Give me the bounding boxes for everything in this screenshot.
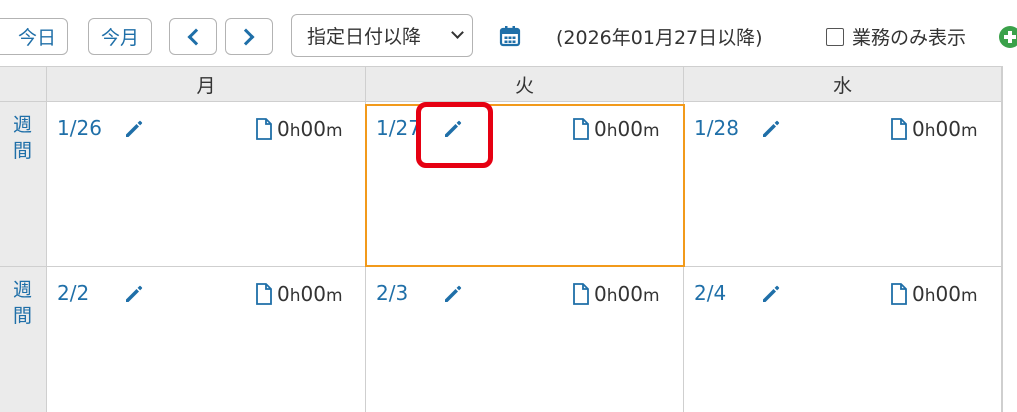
business-only-label: 業務のみ表示 <box>852 27 967 49</box>
grid-corner <box>0 66 47 102</box>
day-date-link[interactable]: 2/3 <box>376 281 408 305</box>
pencil-icon[interactable] <box>759 117 783 141</box>
business-only-toggle[interactable]: 業務のみ表示 <box>826 23 966 50</box>
this-month-button[interactable]: 今月 <box>88 18 152 55</box>
duration-total: 0h00m <box>594 282 660 306</box>
pencil-icon[interactable] <box>759 282 783 306</box>
week-label: 週間 <box>0 102 47 267</box>
day-header-tue: 火 <box>366 66 684 102</box>
plus-circle-icon[interactable] <box>999 26 1017 48</box>
document-icon[interactable] <box>890 283 908 305</box>
date-range-note: (2026年01月27日以降) <box>556 27 763 49</box>
previous-button[interactable] <box>169 18 217 55</box>
duration-total: 0h00m <box>912 117 978 141</box>
today-button[interactable]: 今日 <box>0 18 68 55</box>
pencil-icon[interactable] <box>122 282 146 306</box>
day-date-link[interactable]: 1/28 <box>694 116 739 140</box>
next-column-edge <box>1002 66 1017 412</box>
document-icon[interactable] <box>890 118 908 140</box>
pencil-icon[interactable] <box>441 282 465 306</box>
day-cell[interactable]: 1/28 0h00m <box>684 102 1002 267</box>
calendar-icon[interactable] <box>498 24 522 48</box>
business-only-checkbox[interactable] <box>826 27 844 46</box>
date-filter-select[interactable]: 指定日付以降 <box>291 14 473 57</box>
day-cell[interactable]: 2/3 0h00m <box>366 267 684 412</box>
pencil-icon[interactable] <box>122 117 146 141</box>
day-cell[interactable]: 2/4 0h00m <box>684 267 1002 412</box>
day-date-link[interactable]: 2/2 <box>57 281 89 305</box>
document-icon[interactable] <box>255 118 273 140</box>
day-cell[interactable]: 1/26 0h00m <box>47 102 366 267</box>
date-filter-value: 指定日付以降 <box>307 26 422 48</box>
day-header-mon: 月 <box>47 66 366 102</box>
chevron-down-icon <box>451 26 464 39</box>
duration-total: 0h00m <box>912 282 978 306</box>
chevron-right-icon <box>237 28 255 45</box>
day-header-wed: 水 <box>684 66 1002 102</box>
week-label: 週間 <box>0 267 47 412</box>
chevron-left-icon <box>187 28 205 45</box>
document-icon[interactable] <box>255 283 273 305</box>
day-cell[interactable]: 2/2 0h00m <box>47 267 366 412</box>
day-date-link[interactable]: 1/26 <box>57 116 102 140</box>
duration-total: 0h00m <box>277 117 343 141</box>
duration-total: 0h00m <box>277 282 343 306</box>
highlight-box <box>416 102 493 168</box>
document-icon[interactable] <box>572 283 590 305</box>
next-button[interactable] <box>225 18 273 55</box>
selected-day-outline <box>365 104 685 267</box>
day-date-link[interactable]: 2/4 <box>694 281 726 305</box>
